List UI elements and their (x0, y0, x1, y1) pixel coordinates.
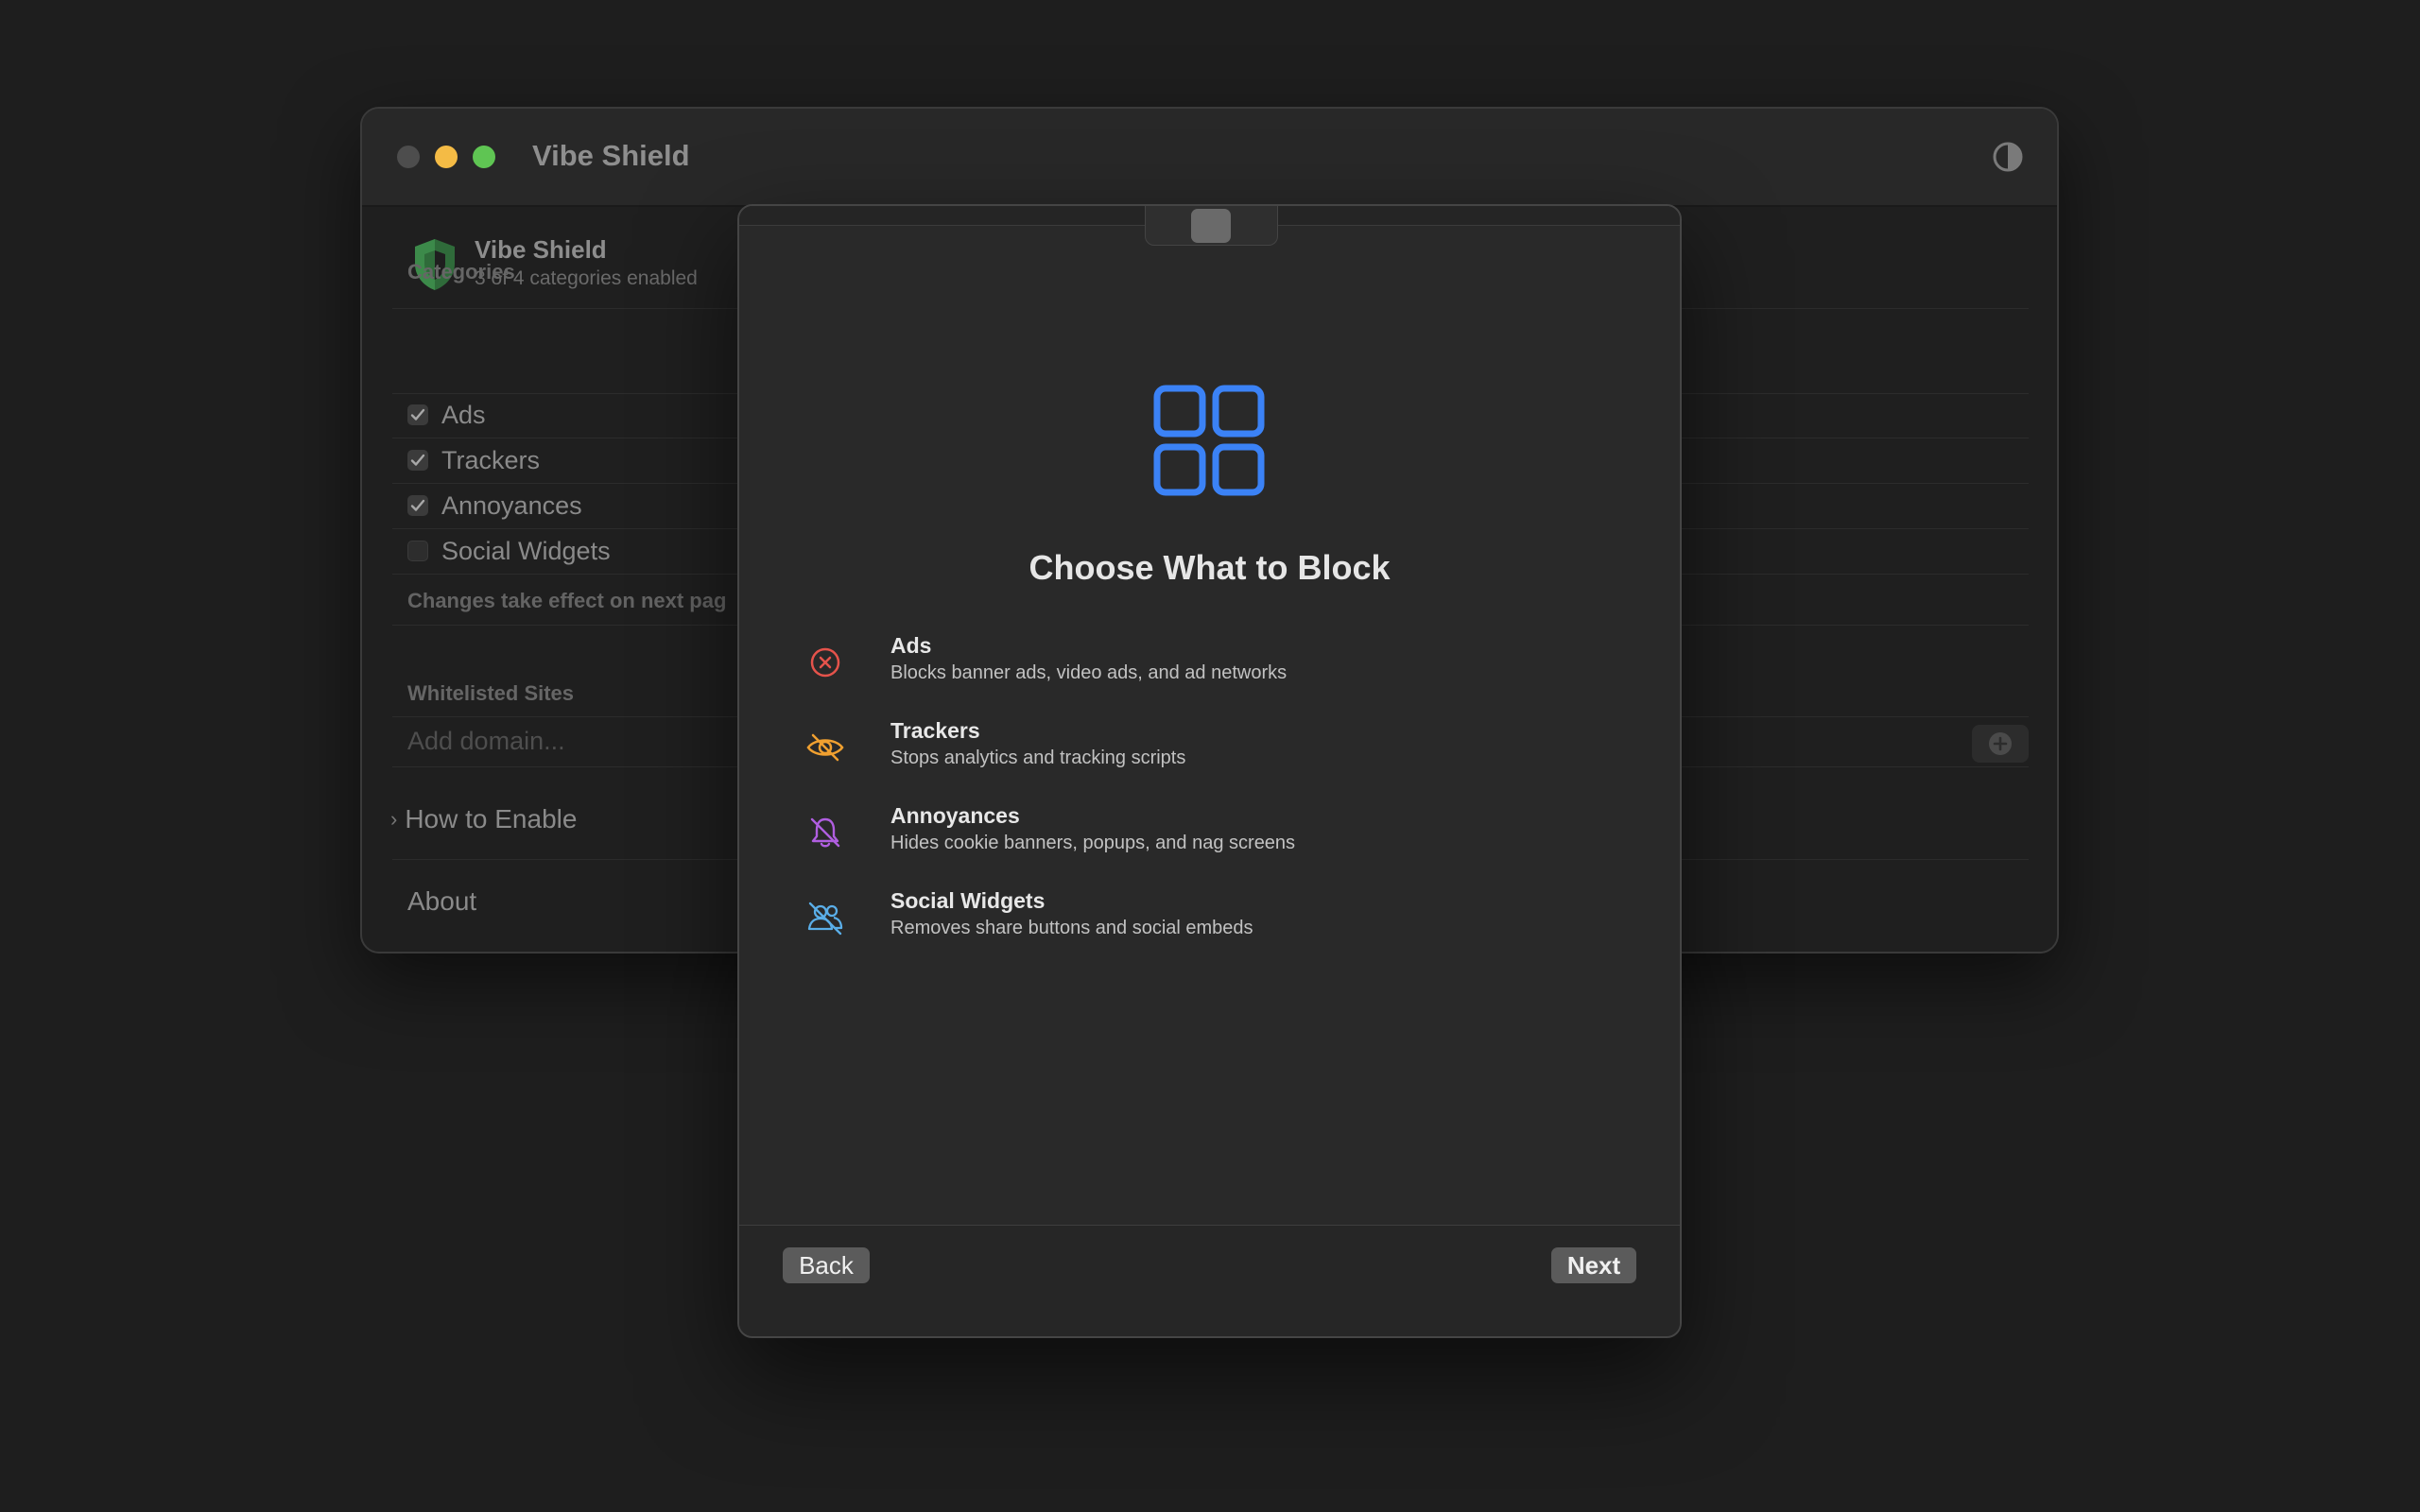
grid-icon (1153, 385, 1265, 496)
item-title: Social Widgets (890, 888, 1046, 913)
item-title: Annoyances (890, 803, 1020, 828)
item-description: Stops analytics and tracking scripts (890, 747, 1186, 768)
plus-circle-icon (1989, 732, 2012, 755)
item-title: Trackers (890, 718, 980, 743)
onboarding-sheet: Choose What to Block Ads Blocks banner a… (737, 204, 1682, 1338)
how-to-enable-disclosure[interactable]: › How to Enable (390, 804, 577, 834)
minimize-button[interactable] (435, 146, 458, 168)
changes-note: Changes take effect on next pag (407, 589, 727, 612)
category-row-annoyances[interactable]: Annoyances (407, 489, 582, 523)
category-row-ads[interactable]: Ads (407, 398, 486, 432)
checkbox[interactable] (407, 404, 428, 425)
whitelist-label: Whitelisted Sites (407, 681, 575, 705)
category-label: Social Widgets (441, 536, 611, 565)
titlebar: Vibe Shield (362, 109, 2057, 207)
window-title: Vibe Shield (532, 139, 690, 172)
grabber-knob[interactable] (1191, 209, 1231, 243)
xmark-circle-icon (810, 647, 840, 678)
next-button[interactable]: Next (1551, 1247, 1636, 1283)
add-domain-input[interactable] (407, 722, 748, 760)
checkmark-icon (410, 499, 425, 511)
checkbox[interactable] (407, 450, 428, 471)
category-label: Annoyances (441, 490, 582, 520)
checkbox[interactable] (407, 495, 428, 516)
categories-label: Categories (407, 260, 515, 284)
category-row-social-widgets[interactable]: Social Widgets (407, 534, 611, 568)
appearance-toggle-icon[interactable] (1991, 140, 2025, 174)
sheet-footer (739, 1226, 1680, 1336)
chevron-right-icon: › (390, 807, 398, 831)
checkmark-icon (410, 454, 425, 466)
zoom-button[interactable] (473, 146, 495, 168)
person-slash-icon (807, 902, 843, 936)
category-label: Ads (441, 400, 486, 429)
item-description: Hides cookie banners, popups, and nag sc… (890, 833, 1296, 853)
category-label: Trackers (441, 445, 541, 474)
back-button[interactable]: Back (783, 1247, 870, 1283)
checkbox[interactable] (407, 541, 428, 561)
eye-slash-icon (806, 733, 844, 762)
how-to-enable-label: How to Enable (405, 804, 578, 833)
sheet-grabber[interactable] (1145, 206, 1278, 246)
add-domain-button[interactable] (1972, 725, 2029, 763)
sheet-heading: Choose What to Block (1028, 548, 1391, 587)
item-description: Blocks banner ads, video ads, and ad net… (890, 662, 1288, 683)
item-description: Removes share buttons and social embeds (890, 918, 1253, 938)
category-row-trackers[interactable]: Trackers (407, 443, 540, 477)
checkmark-icon (410, 408, 425, 421)
item-title: Ads (890, 633, 932, 658)
close-button[interactable] (397, 146, 420, 168)
about-link[interactable]: About (407, 886, 476, 917)
bell-slash-icon (810, 817, 840, 848)
